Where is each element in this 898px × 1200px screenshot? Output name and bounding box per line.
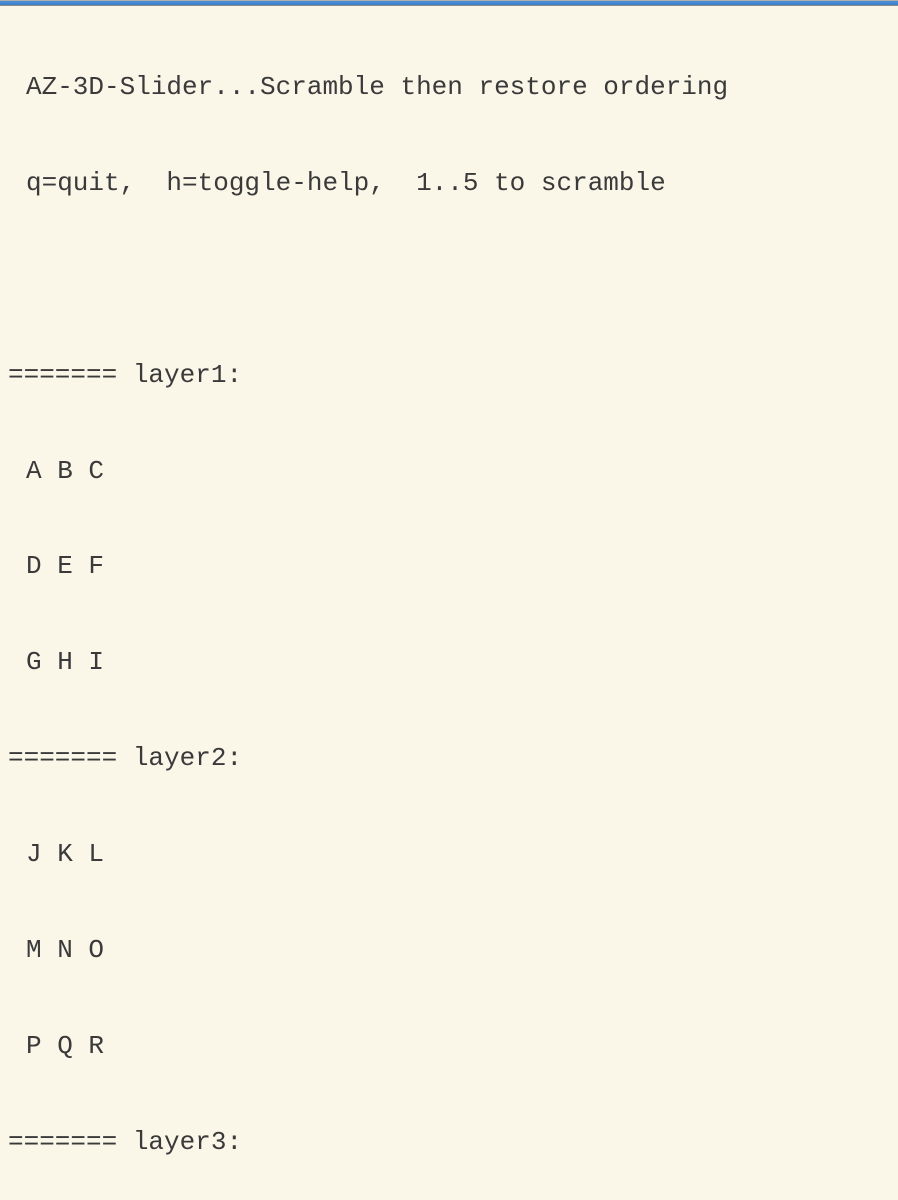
- layer2-row1: J K L: [8, 839, 898, 871]
- layer1-row3: G H I: [8, 647, 898, 679]
- layer1-row1: A B C: [8, 456, 898, 488]
- terminal-output[interactable]: AZ-3D-Slider...Scramble then restore ord…: [0, 6, 898, 1200]
- layer2-separator: ======= layer2:: [8, 743, 898, 775]
- layer3-separator: ======= layer3:: [8, 1127, 898, 1159]
- game-title: AZ-3D-Slider...Scramble then restore ord…: [8, 72, 898, 104]
- layer2-row2: M N O: [8, 935, 898, 967]
- help-line: q=quit, h=toggle-help, 1..5 to scramble: [8, 168, 898, 200]
- blank-line: [8, 264, 898, 296]
- layer1-row2: D E F: [8, 551, 898, 583]
- layer2-row3: P Q R: [8, 1031, 898, 1063]
- layer1-separator: ======= layer1:: [8, 360, 898, 392]
